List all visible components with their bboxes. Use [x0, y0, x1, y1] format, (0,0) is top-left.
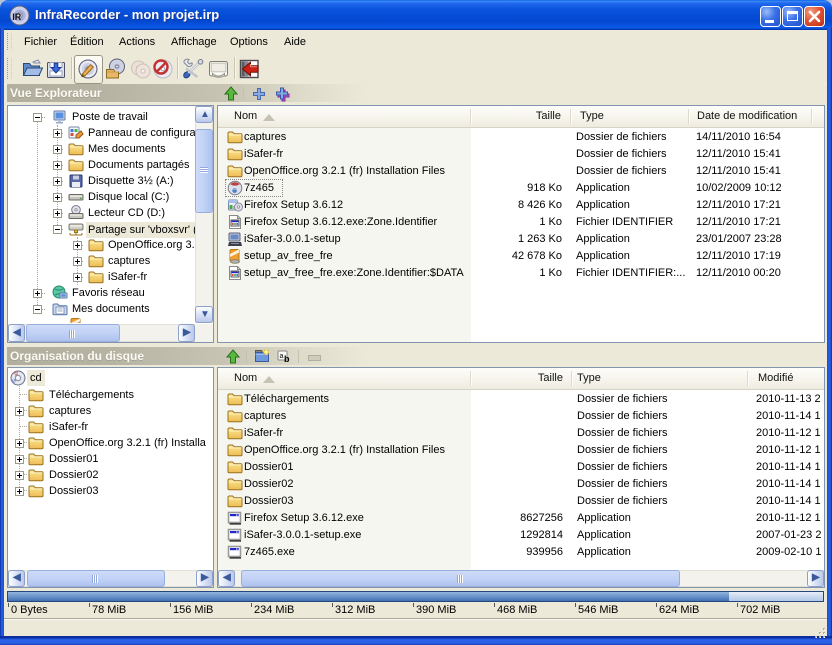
svg-text:b: b: [284, 354, 290, 364]
svg-text:IR: IR: [12, 12, 22, 22]
svg-text:a: a: [280, 353, 284, 360]
